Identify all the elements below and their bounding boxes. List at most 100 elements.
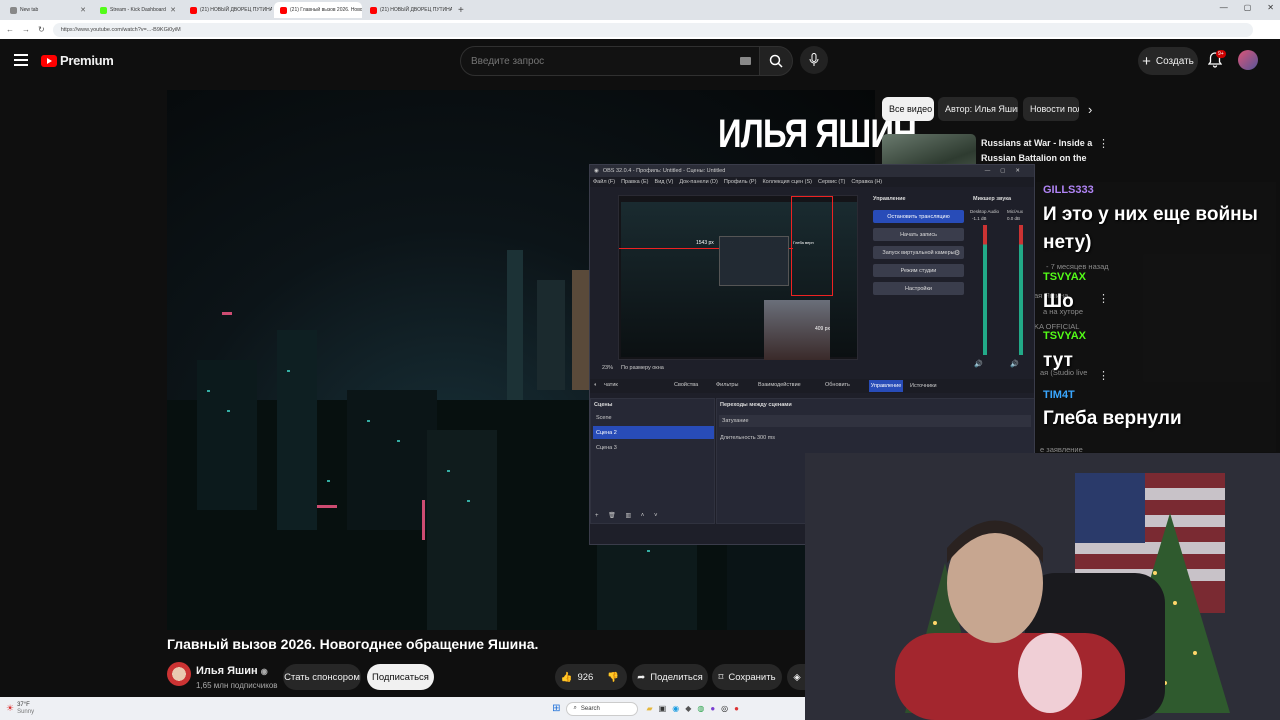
channel-avatar[interactable]: [167, 662, 191, 686]
channel-name[interactable]: Илья Яшин ◉: [196, 665, 268, 677]
share-button[interactable]: ➦ Поделиться: [632, 664, 708, 690]
refresh-button[interactable]: Обновить: [825, 382, 850, 388]
thanks-button[interactable]: ◈: [787, 664, 807, 690]
browser-tab[interactable]: (21) НОВЫЙ ДВОРЕЦ ПУТИНА. П✕: [364, 2, 452, 18]
more-options-icon[interactable]: ⋮: [1098, 292, 1109, 305]
obs-title: OBS 32.0.4 - Профиль: Untitled - Сцены: …: [602, 168, 726, 174]
zoom-value[interactable]: 23%: [602, 365, 613, 371]
zoom-row: 23% По размеру окна: [602, 365, 664, 371]
stop-stream-button[interactable]: Остановить трансляцию: [873, 210, 964, 223]
more-options-icon[interactable]: ⋮: [1098, 369, 1109, 382]
obs-window-controls[interactable]: —▢✕: [985, 168, 1030, 174]
source-icon: ◐: [594, 382, 598, 388]
close-tab-icon[interactable]: ✕: [80, 6, 86, 14]
youtube-logo[interactable]: Premium: [41, 53, 114, 68]
chrome-icon[interactable]: ◍: [697, 704, 704, 713]
speaker-icon[interactable]: 🔊: [974, 360, 983, 368]
mixer-channel-2: Mic/Aux: [1007, 209, 1024, 214]
scene-item[interactable]: Scene: [593, 411, 714, 424]
widgets-icon[interactable]: ▣: [659, 704, 667, 713]
scene-actions[interactable]: + 🗑 ▥ ˄ ˅: [595, 512, 661, 519]
chat-username-1: GILLS333: [1043, 184, 1094, 196]
taskbar-search[interactable]: ⌕ Search: [566, 701, 639, 716]
obs-taskbar-icon[interactable]: ◎: [721, 704, 728, 713]
app-icon[interactable]: ●: [710, 704, 715, 713]
file-explorer-icon[interactable]: ▰: [646, 704, 652, 713]
speaker-icon[interactable]: 🔊: [1010, 360, 1019, 368]
reload-icon[interactable]: ↻: [38, 25, 45, 34]
windows-start-icon[interactable]: ⊞: [552, 703, 560, 714]
transition-select[interactable]: Затухание: [719, 415, 1031, 427]
keyboard-icon[interactable]: [740, 57, 751, 65]
close-window-icon[interactable]: ✕: [1267, 3, 1274, 12]
properties-button[interactable]: Свойства: [674, 382, 698, 388]
chip-author[interactable]: Автор: Илья Яшин: [938, 97, 1018, 121]
maximize-icon[interactable]: ▢: [1244, 3, 1252, 12]
scene-item[interactable]: Сцена 2: [593, 426, 714, 439]
forward-icon[interactable]: →: [22, 25, 30, 34]
dislike-button[interactable]: 👎: [599, 664, 627, 690]
favicon-icon: [100, 6, 107, 14]
gear-icon[interactable]: ⚙: [954, 249, 960, 257]
obs-menu-item[interactable]: Вид (V): [655, 179, 674, 185]
close-tab-icon[interactable]: ✕: [170, 6, 176, 14]
microphone-button[interactable]: [800, 46, 828, 74]
obs-menu-item[interactable]: Профиль (P): [724, 179, 757, 185]
like-button[interactable]: 👍 926: [555, 664, 599, 690]
url-field[interactable]: https://www.youtube.com/watch?v=...-B9KG…: [52, 22, 1253, 37]
obs-menu-item[interactable]: Сервис (T): [818, 179, 845, 185]
duration-value[interactable]: 300 ms: [757, 435, 775, 441]
menu-icon[interactable]: [14, 54, 28, 66]
obs-menu-item[interactable]: Док-панели (D): [679, 179, 717, 185]
favicon-icon: [190, 6, 197, 14]
zoom-mode[interactable]: По размеру окна: [621, 365, 664, 371]
obs-menubar: Файл (F) Правка (E) Вид (V) Док-панели (D) П…: [590, 177, 1034, 187]
new-tab-button[interactable]: +: [458, 5, 464, 16]
start-recording-button[interactable]: Начать запись: [873, 228, 964, 241]
create-button[interactable]: + Создать: [1138, 47, 1198, 75]
more-options-icon[interactable]: ⋮: [1098, 137, 1109, 150]
save-button[interactable]: ⌑ Сохранить: [712, 664, 782, 690]
address-bar-row: ← → ↻ https://www.youtube.com/watch?v=..…: [0, 20, 1280, 39]
tab-label: (21) НОВЫЙ ДВОРЕЦ ПУТИНА. П: [380, 7, 452, 13]
logo-text: Premium: [60, 53, 114, 68]
chip-news[interactable]: Новости пол: [1023, 97, 1079, 121]
edge-icon[interactable]: ◉: [672, 704, 679, 713]
account-avatar[interactable]: [1238, 50, 1258, 70]
mixer-header: Микшер звука: [973, 196, 1012, 202]
tab-controls[interactable]: Управление: [869, 380, 903, 392]
search-button[interactable]: [759, 46, 793, 76]
minimize-icon[interactable]: —: [1220, 3, 1228, 12]
settings-button[interactable]: Настройки: [873, 282, 964, 295]
chip-all-videos[interactable]: Все видео: [882, 97, 934, 121]
duration-label: Длительность: [720, 435, 756, 441]
browser-tab[interactable]: New tab ✕: [4, 2, 92, 18]
browser-tab[interactable]: (21) НОВЫЙ ДВОРЕЦ ПУТИНА. П✕: [184, 2, 272, 18]
obs-menu-item[interactable]: Файл (F): [593, 179, 615, 185]
filters-button[interactable]: Фильтры: [716, 382, 738, 388]
sponsor-button[interactable]: Стать спонсором: [283, 664, 361, 690]
store-icon[interactable]: ◆: [685, 704, 691, 713]
scene-item[interactable]: Сцена 3: [593, 441, 714, 454]
browser-tab[interactable]: Stream - Kick Dashboard ✕: [94, 2, 182, 18]
screen: New tab ✕ Stream - Kick Dashboard ✕ (21) НОВ…: [0, 0, 1280, 720]
tab-label: (21) Главный вызов 2026. Новог: [290, 7, 362, 13]
browser-tab[interactable]: (21) Главный вызов 2026. Новог✕: [274, 2, 362, 18]
app-icon[interactable]: ●: [734, 704, 739, 713]
virtual-camera-button[interactable]: Запуск виртуальной камеры: [873, 246, 964, 259]
back-icon[interactable]: ←: [6, 25, 14, 34]
search-input[interactable]: [471, 55, 731, 67]
obs-preview[interactable]: 1543 px 409 px Глеба верн: [618, 195, 858, 360]
search-box: [460, 46, 760, 76]
taskbar-apps: ▰ ▣ ◉ ◆ ◍ ● ◎ ●: [646, 704, 739, 713]
tab-label: Stream - Kick Dashboard: [110, 7, 166, 13]
studio-mode-button[interactable]: Режим студии: [873, 264, 964, 277]
obs-menu-item[interactable]: Правка (E): [621, 179, 648, 185]
subscribe-button[interactable]: Подписаться: [367, 664, 434, 690]
tab-sources[interactable]: Источники: [910, 383, 937, 389]
chevron-right-icon[interactable]: ›: [1088, 102, 1092, 117]
obs-menu-item[interactable]: Коллекция сцен (S): [762, 179, 812, 185]
weather-widget[interactable]: 37°F Sunny: [17, 702, 34, 716]
interact-button[interactable]: Взаимодействие: [758, 382, 801, 388]
obs-menu-item[interactable]: Справка (H): [851, 179, 882, 185]
